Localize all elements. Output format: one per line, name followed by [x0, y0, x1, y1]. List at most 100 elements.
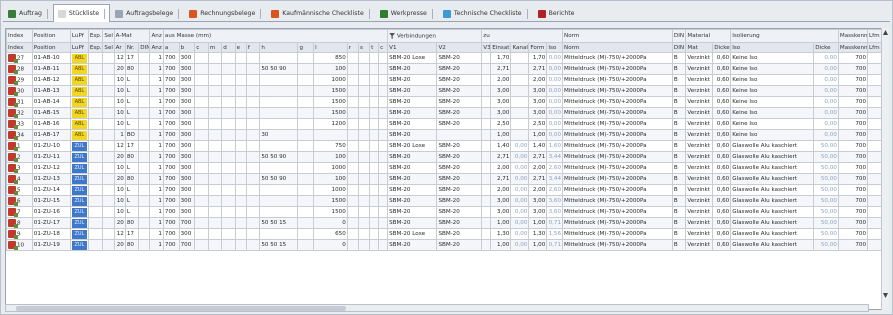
- cell-iso2[interactable]: Keine Iso: [730, 85, 815, 97]
- table-row[interactable]: 10 01-ZU-19 ZUL 20 80 1 700 700 50 50 15 0 SBM-20 S…: [6, 239, 882, 251]
- empty-cell[interactable]: [102, 239, 115, 251]
- table-row[interactable]: 6 01-ZU-15 ZUL 10 L 1 700 300 1500 SBM-20 SBM-20 3,…: [6, 195, 882, 207]
- column-header[interactable]: Iso: [546, 42, 564, 53]
- cell-mat[interactable]: Verzinkt: [685, 239, 714, 251]
- cell-iso2[interactable]: Glaswolle Alu kaschiert: [730, 217, 815, 229]
- cell-mat[interactable]: Verzinkt: [685, 228, 714, 240]
- empty-cell[interactable]: [297, 96, 315, 108]
- cell-v1[interactable]: SBM-20: [387, 129, 438, 141]
- cell-pos[interactable]: 01-ZU-13: [31, 173, 71, 185]
- empty-cell[interactable]: [207, 217, 223, 229]
- empty-cell[interactable]: [221, 217, 236, 229]
- cell-pos[interactable]: 01-ZU-15: [31, 195, 71, 207]
- cell-e[interactable]: 1,40: [490, 140, 512, 152]
- column-header[interactable]: DIN: [671, 42, 687, 53]
- cell-cls[interactable]: B: [671, 52, 687, 64]
- cell-f[interactable]: 2,00: [528, 184, 548, 196]
- cell-v1[interactable]: SBM-20: [387, 85, 438, 97]
- empty-cell[interactable]: [378, 239, 389, 251]
- cell-dk[interactable]: 0,60: [712, 129, 732, 141]
- cell-e[interactable]: 1,00: [490, 217, 512, 229]
- cell-pos[interactable]: 01-ZU-12: [31, 162, 71, 174]
- cell-iso2[interactable]: Glaswolle Alu kaschiert: [730, 206, 815, 218]
- cell-iso[interactable]: 0,00: [546, 74, 564, 86]
- empty-cell[interactable]: [245, 195, 261, 207]
- cell-dk[interactable]: 0,60: [712, 184, 732, 196]
- cell-mk[interactable]: 700: [837, 206, 869, 218]
- cell-d2[interactable]: 50,00: [813, 195, 839, 207]
- empty-cell[interactable]: [194, 140, 209, 152]
- horizontal-scrollbar[interactable]: [5, 304, 869, 312]
- cell-a[interactable]: 700: [162, 85, 180, 97]
- column-header[interactable]: h: [259, 42, 299, 53]
- empty-cell[interactable]: [481, 217, 492, 229]
- cell-anz[interactable]: 1: [149, 107, 164, 119]
- cell-norm[interactable]: Mitteldruck (M)-750/+2000Pa: [562, 162, 673, 174]
- cell-pos[interactable]: 01-AB-13: [31, 85, 71, 97]
- cell-mk[interactable]: 700: [837, 63, 869, 75]
- cell-dk[interactable]: 0,60: [712, 228, 732, 240]
- empty-cell[interactable]: [297, 195, 315, 207]
- empty-cell[interactable]: [245, 162, 261, 174]
- empty-cell[interactable]: [245, 63, 261, 75]
- cell-nr[interactable]: 17: [124, 140, 140, 152]
- cell-lupf[interactable]: ABL: [69, 63, 89, 75]
- cell-ar[interactable]: 10: [113, 96, 126, 108]
- empty-cell[interactable]: [346, 184, 359, 196]
- cell-d2[interactable]: 50,00: [813, 239, 839, 251]
- empty-cell[interactable]: [87, 140, 104, 152]
- empty-cell[interactable]: [207, 239, 223, 251]
- empty-cell[interactable]: [102, 151, 115, 163]
- empty-cell[interactable]: [378, 52, 389, 64]
- cell-nr[interactable]: 17: [124, 228, 140, 240]
- empty-cell[interactable]: [357, 74, 371, 86]
- cell-f[interactable]: 2,71: [528, 173, 548, 185]
- cell-norm[interactable]: Mitteldruck (M)-750/+2000Pa: [562, 184, 673, 196]
- cell-nr[interactable]: 80: [124, 173, 140, 185]
- empty-cell[interactable]: [378, 206, 389, 218]
- cell-mk[interactable]: 700: [837, 239, 869, 251]
- empty-cell[interactable]: [221, 85, 236, 97]
- cell-lupf[interactable]: ABL: [69, 107, 89, 119]
- cell-mat[interactable]: Verzinkt: [685, 140, 714, 152]
- cell-k[interactable]: [510, 52, 530, 64]
- empty-cell[interactable]: [221, 228, 236, 240]
- cell-pos[interactable]: 01-ZU-16: [31, 206, 71, 218]
- cell-v2[interactable]: SBM-20: [436, 85, 483, 97]
- cell-f[interactable]: 1,00: [528, 239, 548, 251]
- empty-cell[interactable]: [87, 217, 104, 229]
- empty-cell[interactable]: [221, 107, 236, 119]
- cell-f[interactable]: 2,00: [528, 162, 548, 174]
- empty-cell[interactable]: [234, 151, 247, 163]
- empty-cell[interactable]: [234, 107, 247, 119]
- empty-cell[interactable]: [207, 228, 223, 240]
- cell-norm[interactable]: Mitteldruck (M)-750/+2000Pa: [562, 151, 673, 163]
- vertical-scrollbar[interactable]: [881, 28, 889, 310]
- cell-dk[interactable]: 0,60: [712, 74, 732, 86]
- cell-v1[interactable]: SBM-20: [387, 151, 438, 163]
- cell-k[interactable]: [510, 96, 530, 108]
- cell-pos[interactable]: 01-ZU-19: [31, 239, 71, 251]
- cell-a[interactable]: 700: [162, 239, 180, 251]
- cell-mat[interactable]: Verzinkt: [685, 107, 714, 119]
- cell-dk[interactable]: 0,60: [712, 173, 732, 185]
- column-header[interactable]: e: [234, 42, 247, 53]
- empty-cell[interactable]: [369, 217, 380, 229]
- cell-norm[interactable]: Mitteldruck (M)-750/+2000Pa: [562, 63, 673, 75]
- empty-cell[interactable]: [234, 173, 247, 185]
- cell-v1[interactable]: SBM-20: [387, 184, 438, 196]
- cell-anz[interactable]: 1: [149, 140, 164, 152]
- cell-mk[interactable]: 700: [837, 52, 869, 64]
- empty-cell[interactable]: [87, 74, 104, 86]
- empty-cell[interactable]: [369, 52, 380, 64]
- cell-norm[interactable]: Mitteldruck (M)-750/+2000Pa: [562, 52, 673, 64]
- empty-cell[interactable]: [245, 96, 261, 108]
- empty-cell[interactable]: [221, 195, 236, 207]
- empty-cell[interactable]: [221, 74, 236, 86]
- cell-k[interactable]: 0,00: [510, 206, 530, 218]
- cell-k[interactable]: 0,00: [510, 239, 530, 251]
- cell-dk[interactable]: 0,60: [712, 239, 732, 251]
- cell-pos[interactable]: 01-ZU-14: [31, 184, 71, 196]
- empty-cell[interactable]: [245, 228, 261, 240]
- cell-cls[interactable]: B: [671, 107, 687, 119]
